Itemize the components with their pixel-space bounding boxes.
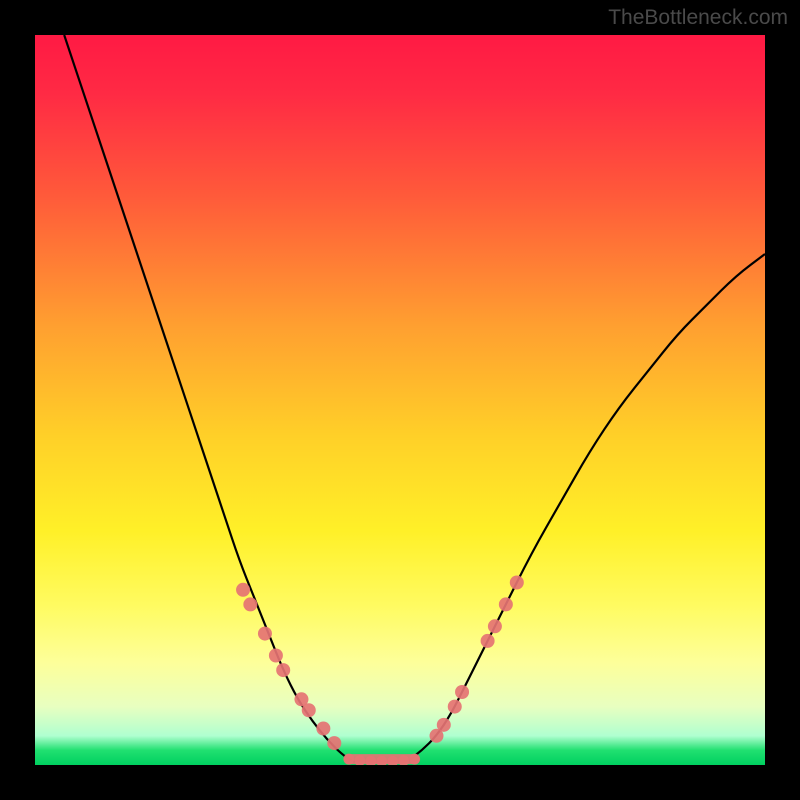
highlight-dot: [488, 619, 502, 633]
highlight-dot: [327, 736, 341, 750]
chart-svg: [35, 35, 765, 765]
highlight-dot: [499, 597, 513, 611]
highlight-dot: [455, 685, 469, 699]
watermark-text: TheBottleneck.com: [608, 6, 788, 30]
highlight-dot: [236, 583, 250, 597]
highlight-dot: [302, 703, 316, 717]
highlight-dot: [316, 722, 330, 736]
plot-area: [35, 35, 765, 765]
curve-left-curve: [64, 35, 352, 761]
highlight-dot: [258, 627, 272, 641]
highlight-dot: [481, 634, 495, 648]
highlight-dot: [448, 700, 462, 714]
highlight-dot: [343, 754, 354, 765]
highlight-dot: [409, 754, 420, 765]
highlight-dot: [269, 649, 283, 663]
highlight-dot: [510, 576, 524, 590]
highlight-dot: [437, 718, 451, 732]
highlight-dot: [276, 663, 290, 677]
highlight-dot: [243, 597, 257, 611]
